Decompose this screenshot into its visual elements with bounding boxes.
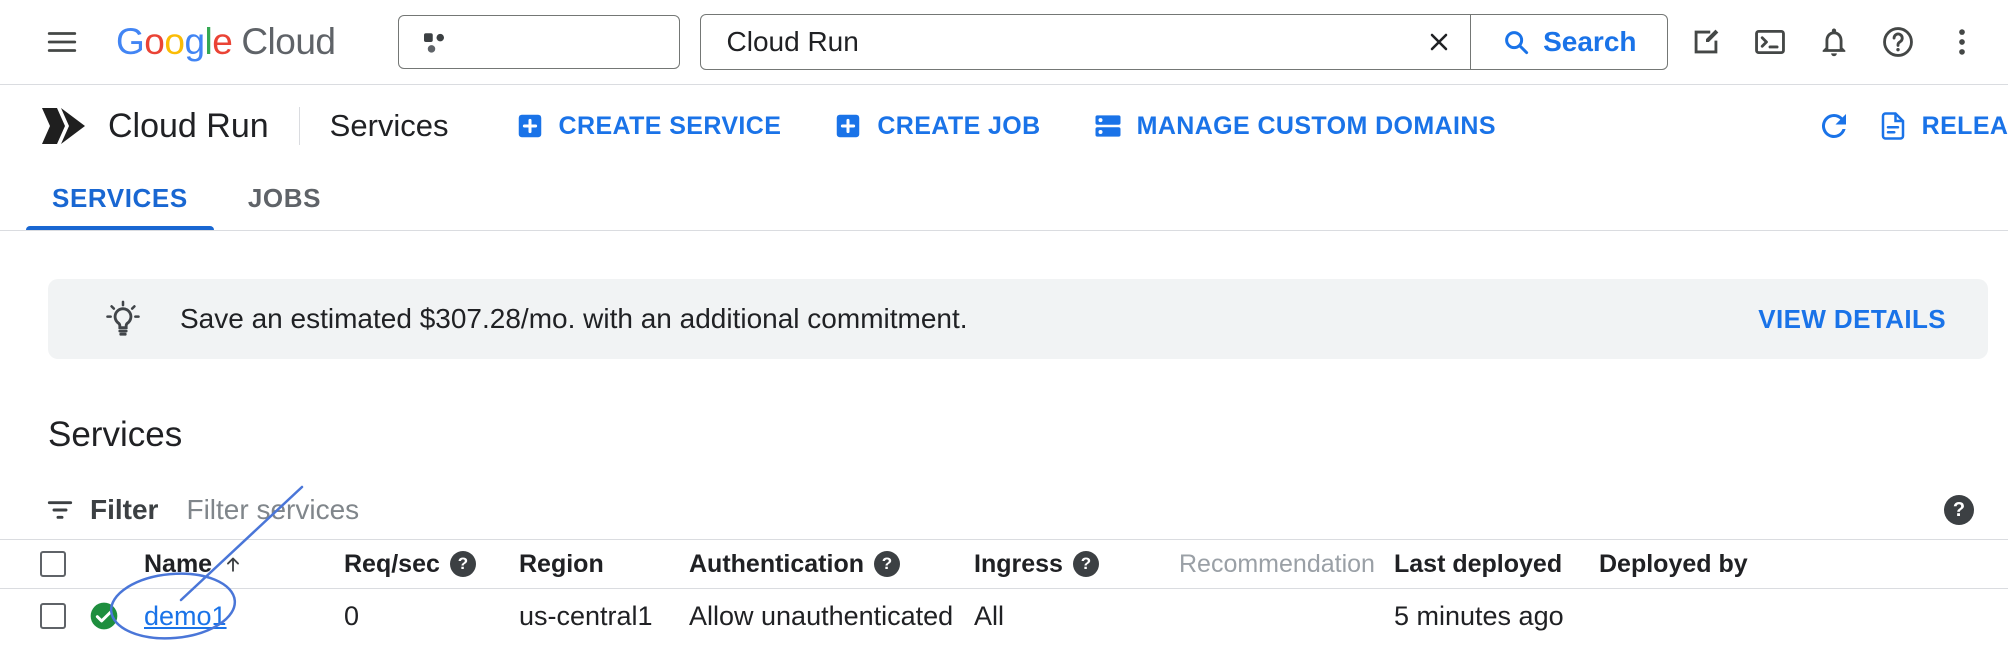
bell-icon [1817,25,1851,59]
create-service-button[interactable]: CREATE SERVICE [489,111,808,141]
filter-button[interactable]: Filter [44,494,158,526]
create-service-label: CREATE SERVICE [559,112,782,141]
savings-banner-message: Save an estimated $307.28/mo. with an ad… [180,303,968,335]
tabs-bar: SERVICES JOBS [0,167,2008,231]
more-options-button[interactable] [1936,16,1988,68]
manage-custom-domains-label: MANAGE CUSTOM DOMAINS [1137,112,1496,141]
project-picker[interactable] [398,15,680,69]
status-ok-icon [88,600,144,632]
column-header-ingress: Ingress ? [974,550,1179,579]
domains-icon [1093,111,1123,141]
page-title: Services [330,108,449,144]
feedback-icon [1689,25,1723,59]
column-header-authentication: Authentication ? [689,550,974,579]
authentication-help-icon[interactable]: ? [874,551,900,577]
cell-region: us-central1 [519,601,689,632]
select-all-checkbox[interactable] [40,551,66,577]
hamburger-icon [45,25,79,59]
create-job-button[interactable]: CREATE JOB [807,111,1066,141]
cloud-run-logo-icon [40,102,88,150]
search-button[interactable]: Search [1471,15,1666,69]
column-header-req-sec: Req/sec ? [344,550,519,579]
column-deployed-by-label: Deployed by [1599,550,1748,579]
lightbulb-icon [104,300,142,338]
tab-jobs[interactable]: JOBS [218,167,351,230]
logo-letter: e [212,21,232,63]
more-vert-icon [1945,25,1979,59]
filter-icon [44,494,76,526]
column-region-label: Region [519,550,604,579]
clear-search-button[interactable] [1408,15,1470,69]
column-name-label: Name [144,550,212,579]
column-header-deployed-by: Deployed by [1599,550,2008,579]
cell-authentication: Allow unauthenticated [689,601,974,632]
feedback-button[interactable] [1680,16,1732,68]
table-help-icon[interactable]: ? [1944,495,1974,525]
service-name-link[interactable]: demo1 [144,601,227,631]
table-header-row: Name Req/sec ? Region Authentication ? I… [0,540,2008,589]
google-cloud-console: G o o g l e Cloud [0,0,2008,646]
help-button[interactable] [1872,16,1924,68]
services-table: Name Req/sec ? Region Authentication ? I… [0,539,2008,643]
release-notes-button[interactable]: RELEASE NOTES [1878,111,2008,141]
product-title: Cloud Run [108,107,269,146]
plus-icon [833,111,863,141]
create-job-label: CREATE JOB [877,112,1040,141]
section-title: Services [48,415,2008,455]
column-req-sec-label: Req/sec [344,550,440,579]
column-header-recommendation: Recommendation [1179,550,1394,579]
filter-services-input[interactable] [184,493,1944,527]
header-divider [299,107,300,145]
search-button-label: Search [1543,26,1636,58]
help-icon [1881,25,1915,59]
filter-row: Filter ? [0,481,2008,539]
cell-ingress: All [974,601,1179,632]
column-last-deployed-label: Last deployed [1394,550,1562,579]
notifications-button[interactable] [1808,16,1860,68]
logo-letter: G [116,21,144,63]
search-icon [1501,27,1531,57]
cloud-shell-icon [1753,25,1787,59]
search-bar: Search [700,14,1668,70]
savings-banner: Save an estimated $307.28/mo. with an ad… [48,279,1988,359]
column-header-region: Region [519,550,689,579]
logo-letter: o [164,21,184,63]
topbar-icons [1680,16,1988,68]
refresh-icon [1816,108,1852,144]
logo-suffix: Cloud [241,21,335,63]
cell-req-sec: 0 [344,601,519,632]
logo-letter: o [144,21,164,63]
cloud-shell-button[interactable] [1744,16,1796,68]
column-recommendation-label: Recommendation [1179,550,1375,579]
main-menu-button[interactable] [36,16,88,68]
column-header-name[interactable]: Name [144,550,344,579]
column-ingress-label: Ingress [974,550,1063,579]
tab-services[interactable]: SERVICES [22,167,218,230]
search-input[interactable] [701,15,1409,69]
refresh-button[interactable] [1808,100,1860,152]
filter-label: Filter [90,494,158,526]
google-cloud-logo[interactable]: G o o g l e Cloud [116,21,336,63]
req-sec-help-icon[interactable]: ? [450,551,476,577]
view-details-button[interactable]: VIEW DETAILS [1752,303,1952,336]
topbar: G o o g l e Cloud [0,0,2008,85]
release-notes-label: RELEASE NOTES [1922,112,2008,141]
header-actions: CREATE SERVICE CREATE JOB MANAGE CUSTOM … [489,111,1522,141]
product-header: Cloud Run Services CREATE SERVICE CREATE… [0,85,2008,167]
cell-last-deployed: 5 minutes ago [1394,601,1599,632]
plus-icon [515,111,545,141]
ingress-help-icon[interactable]: ? [1073,551,1099,577]
header-right-actions: RELEASE NOTES [1808,100,2008,152]
logo-letter: l [205,21,213,63]
column-authentication-label: Authentication [689,550,864,579]
table-row: demo1 0 us-central1 Allow unauthenticate… [0,589,2008,643]
row-checkbox[interactable] [40,603,66,629]
close-icon [1425,28,1453,56]
release-notes-icon [1878,111,1908,141]
logo-letter: g [184,21,204,63]
manage-custom-domains-button[interactable]: MANAGE CUSTOM DOMAINS [1067,111,1522,141]
project-icon [419,27,449,57]
sort-ascending-icon [222,553,244,575]
column-header-last-deployed: Last deployed [1394,550,1599,579]
